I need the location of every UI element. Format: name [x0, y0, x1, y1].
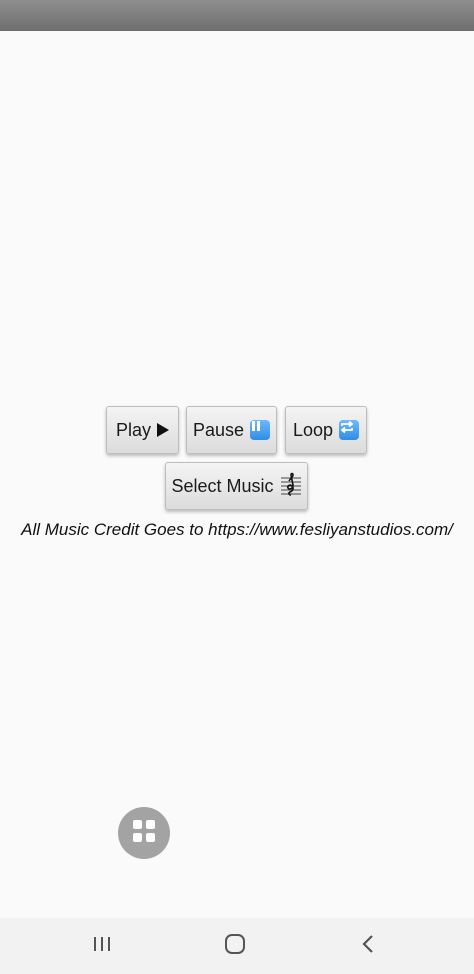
select-music-button[interactable]: Select Music — [165, 462, 308, 510]
recents-button[interactable] — [87, 932, 117, 960]
floating-grid-button[interactable] — [118, 807, 170, 859]
grid-icon — [131, 818, 157, 849]
music-credit-text: All Music Credit Goes to https://www.fes… — [21, 520, 453, 539]
pause-button[interactable]: Pause — [186, 406, 277, 454]
musical-score-icon — [280, 472, 302, 501]
home-button[interactable] — [220, 932, 250, 960]
back-icon — [361, 934, 375, 959]
home-icon — [224, 933, 246, 960]
pause-emoji-icon — [250, 420, 271, 440]
back-button[interactable] — [353, 932, 383, 960]
play-button[interactable]: Play — [106, 406, 179, 454]
app-screen: Play Pause Loop Select Music All Music C… — [0, 0, 474, 974]
navigation-bar — [0, 918, 474, 974]
status-bar — [0, 0, 474, 31]
recents-icon — [92, 935, 112, 958]
play-button-label: Play — [115, 419, 151, 440]
pause-button-label: Pause — [192, 419, 245, 440]
loop-button-label: Loop — [292, 419, 334, 440]
repeat-emoji-icon — [339, 420, 360, 440]
loop-button[interactable]: Loop — [285, 406, 367, 454]
play-triangle-icon — [157, 423, 169, 437]
select-music-button-label: Select Music — [171, 475, 274, 496]
